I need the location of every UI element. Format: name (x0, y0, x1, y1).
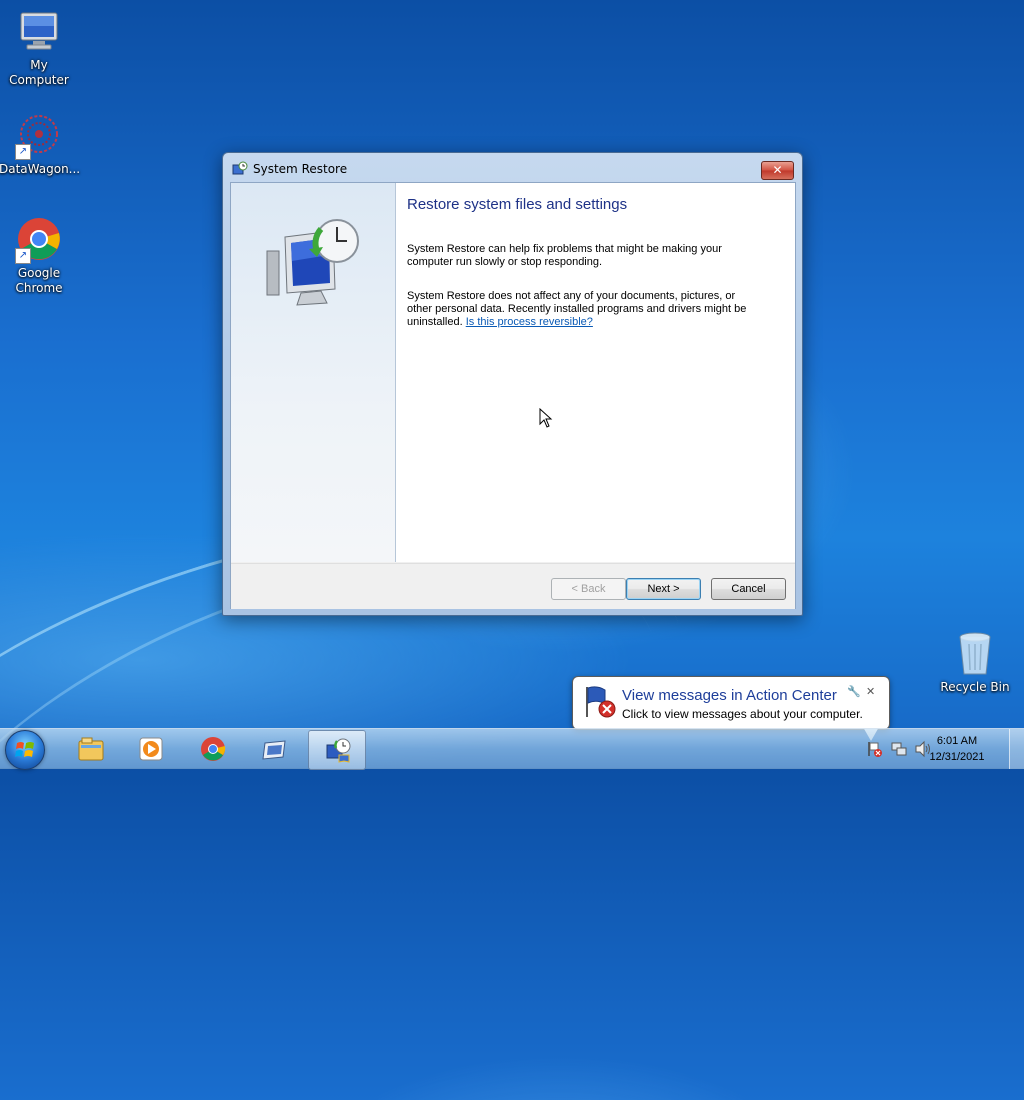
taskbar-explorer[interactable] (62, 730, 118, 768)
windows-explorer-icon (78, 736, 104, 762)
taskbar: 6:01 AM 12/31/2021 (0, 728, 1024, 770)
network-icon[interactable] (890, 740, 908, 758)
action-center-tray-icon[interactable] (866, 740, 884, 758)
close-button[interactable]: ✕ (761, 161, 794, 180)
desktop-icon-label: DataWagon... (0, 162, 81, 176)
system-restore-dialog: System Restore ✕ Restore system files an… (222, 152, 803, 616)
back-button[interactable]: < Back (551, 578, 626, 600)
dialog-client: Restore system files and settings System… (230, 182, 796, 609)
chrome-icon: ↗ (15, 216, 63, 264)
taskbar-chrome[interactable] (184, 730, 240, 768)
media-player-icon (138, 736, 164, 762)
system-restore-icon (232, 161, 248, 177)
desktop-icon-datawagon[interactable]: ↗ DataWagon... (0, 112, 81, 177)
clock-time: 6:01 AM (936, 735, 978, 747)
wizard-side-panel (231, 183, 396, 562)
taskbar-clock[interactable]: 6:01 AM 12/31/2021 (922, 733, 992, 765)
system-restore-illustration-icon (263, 211, 363, 311)
wrench-icon[interactable]: 🔧 (847, 685, 861, 698)
desktop-icon-label: My Computer (9, 58, 69, 87)
info-text: System Restore does not affect any of yo… (407, 290, 757, 329)
balloon-text: Click to view messages about your comput… (622, 707, 863, 721)
next-button[interactable]: Next > (626, 578, 701, 600)
action-center-balloon[interactable]: View messages in Action Center Click to … (572, 676, 890, 741)
balloon-close-button[interactable]: ✕ (866, 685, 875, 698)
taskbar-app-window[interactable] (246, 730, 302, 768)
windows-logo-icon (15, 742, 34, 757)
desktop-icon-google-chrome[interactable]: ↗ Google Chrome (0, 216, 79, 296)
taskbar-media-player[interactable] (122, 730, 178, 768)
taskbar-system-restore[interactable] (308, 730, 366, 770)
chrome-icon (200, 736, 226, 762)
desktop-icon-label: Recycle Bin (940, 680, 1010, 694)
system-restore-icon (325, 737, 351, 763)
desktop-icon-my-computer[interactable]: My Computer (0, 8, 79, 88)
shortcut-arrow-icon: ↗ (15, 144, 31, 160)
recycle-bin-icon (951, 630, 999, 678)
cancel-button[interactable]: Cancel (711, 578, 786, 600)
shortcut-arrow-icon: ↗ (15, 248, 31, 264)
desktop-icon-label: Google Chrome (15, 266, 63, 295)
wizard-content: Restore system files and settings System… (396, 183, 795, 562)
datawagon-icon: ↗ (15, 112, 63, 160)
wizard-footer: < Back Next > Cancel (231, 563, 795, 609)
clock-date: 12/31/2021 (929, 751, 985, 763)
show-desktop-button[interactable] (1009, 729, 1024, 769)
desktop-icon-recycle-bin[interactable]: Recycle Bin (935, 630, 1015, 695)
dialog-title: System Restore (253, 162, 348, 176)
start-button[interactable] (5, 730, 45, 770)
computer-icon (15, 8, 63, 56)
close-icon: ✕ (772, 163, 783, 177)
page-title: Restore system files and settings (407, 196, 628, 213)
action-center-flag-icon (583, 685, 617, 719)
app-window-icon (262, 736, 288, 762)
mouse-cursor-icon (539, 407, 553, 431)
intro-text: System Restore can help fix problems tha… (407, 243, 722, 268)
dialog-titlebar[interactable]: System Restore ✕ (223, 153, 802, 182)
balloon-title: View messages in Action Center (622, 687, 837, 704)
reversible-link[interactable]: Is this process reversible? (466, 316, 593, 328)
